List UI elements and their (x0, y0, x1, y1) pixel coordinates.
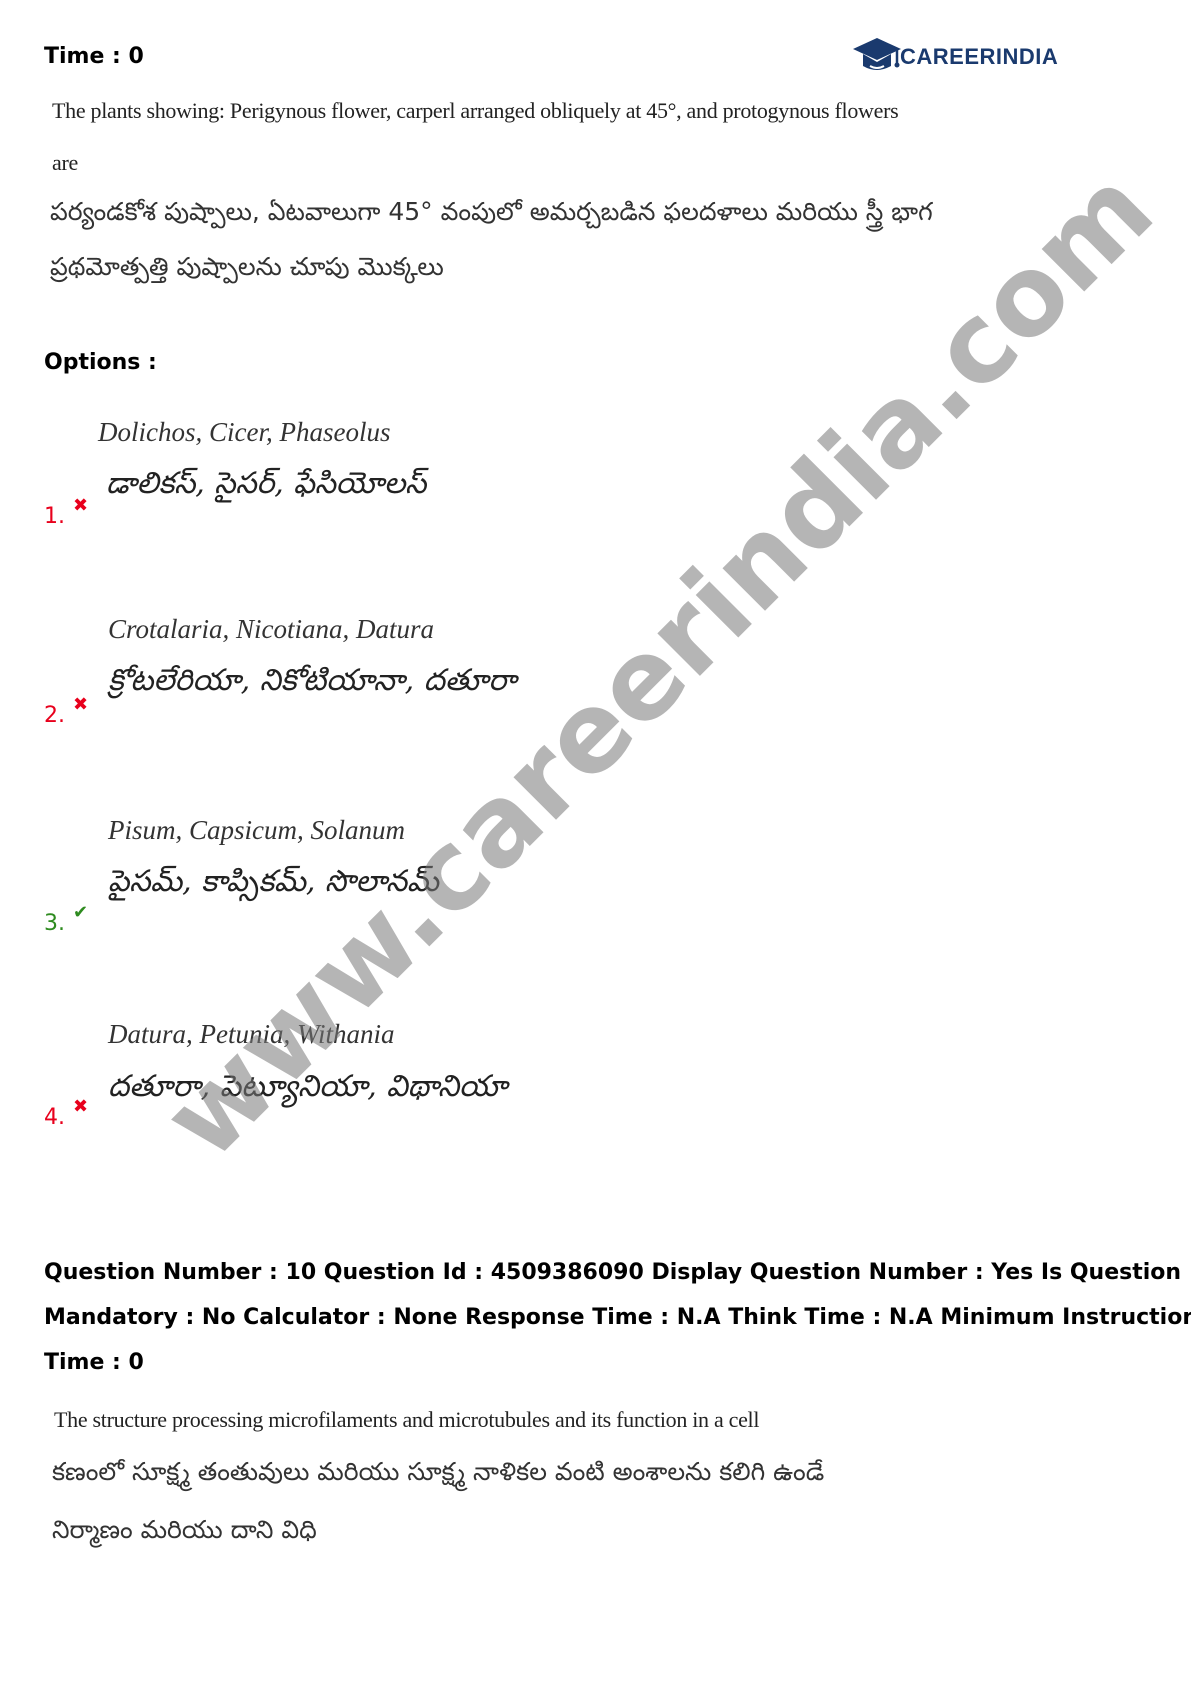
cross-icon: ✖ (73, 1096, 89, 1117)
option-number-label: 3. (44, 911, 65, 936)
next-question-meta-line-2: Mandatory : No Calculator : None Respons… (44, 1305, 1191, 1330)
logo-text: CAREERINDIA (900, 44, 1059, 69)
check-icon: ✔ (73, 902, 89, 923)
question-telugu-line-1: పర్యండకోశ పుష్పాలు, ఏటవాలుగా 45° వంపులో … (50, 197, 933, 226)
options-heading: Options : (44, 350, 157, 375)
option-number-label: 1. (44, 504, 65, 529)
option-3-english: Pisum, Capsicum, Solanum (108, 815, 405, 845)
next-question-meta-line-3: Time : 0 (44, 1350, 144, 1375)
question-english-line-1: The plants showing: Perigynous flower, c… (52, 98, 899, 123)
option-2-number: 2. ✖ (44, 694, 88, 728)
option-number-label: 2. (44, 703, 65, 728)
cross-icon: ✖ (73, 694, 89, 715)
next-question-english-line-1: The structure processing microfilaments … (54, 1407, 760, 1432)
option-4-number: 4. ✖ (44, 1096, 88, 1130)
option-1-english: Dolichos, Cicer, Phaseolus (98, 417, 391, 447)
next-question-telugu-line-1: కణంలో సూక్ష్మ తంతువులు మరియు సూక్ష్మ నాళ… (52, 1457, 825, 1486)
question-english-line-2: are (52, 150, 78, 175)
option-2-telugu: క్రోటలేరియా, నికోటియానా, దతూరా (108, 663, 517, 698)
question-telugu-line-2: ప్రథమోత్పత్తి పుష్పాలను చూపు మొక్కలు (50, 252, 444, 281)
option-number-label: 4. (44, 1105, 65, 1130)
question-meta-time: Time : 0 (44, 44, 144, 69)
careerindia-logo: CAREERINDIA (852, 36, 1058, 78)
next-question-telugu-line-2: నిర్మాణం మరియు దాని విధి (52, 1515, 317, 1544)
option-2-english: Crotalaria, Nicotiana, Datura (108, 614, 435, 644)
option-1-telugu: డాలికస్, సైసర్, ఫేసియోలస్ (106, 466, 427, 501)
graduation-cap-icon (852, 36, 902, 78)
cross-icon: ✖ (73, 495, 89, 516)
option-3-number: 3. ✔ (44, 902, 88, 936)
option-1-number: 1. ✖ (44, 495, 88, 529)
next-question-meta-line-1: Question Number : 10 Question Id : 45093… (44, 1260, 1182, 1285)
